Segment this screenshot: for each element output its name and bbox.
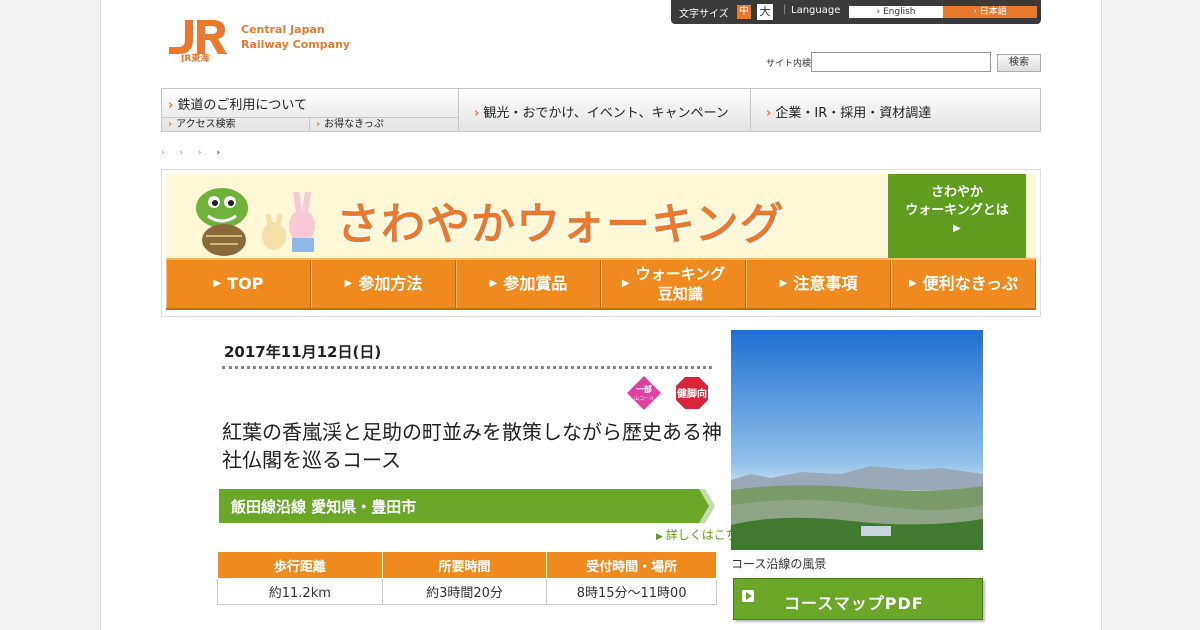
company-name: Central Japan Railway Company [241,22,350,52]
bnav-how-to-join-label: 参加方法 [358,274,423,293]
value-duration: 約3時間20分 [381,578,548,605]
photo-caption: コース沿線の風景 [731,557,827,571]
bnav-cautions[interactable]: ▶ 注意事項 [746,260,891,308]
language-label: Language [791,5,841,16]
pdf-button-label: コースマップPDF [784,594,924,613]
nav-railway-usage[interactable]: › 鉄道のご利用について [168,94,307,113]
play-arrow-icon: ▶ [621,278,630,289]
bnav-tickets[interactable]: ▶ 便利なきっぷ [891,260,1036,308]
search-input[interactable] [811,52,991,72]
course-scenery-photo [731,330,983,550]
nav-discount-tickets[interactable]: › お得なきっぷ [309,117,458,131]
walking-banner: さわやかウォーキング さわやか ウォーキングとは ▶ ▶ TOP ▶ 参加方法 ▶ 参… [161,169,1041,317]
nav-corporate[interactable]: › 企業・IR・採用・資材調達 [766,102,931,121]
bnav-walking-tips-label: ウォーキング 豆知識 [635,265,726,303]
font-size-large-button[interactable]: 大 [757,4,773,20]
language-japanese-button[interactable]: › 日本語 [943,6,1037,18]
nav-divider [458,89,459,131]
bnav-cautions-label: 注意事項 [793,274,858,293]
about-walking-button[interactable]: さわやか ウォーキングとは ▶ [888,174,1026,258]
play-arrow-icon: ▶ [908,278,917,289]
area-bar-label: 飯田線沿線 愛知県・豊田市 [231,498,417,516]
chevron-right-icon: › [766,106,772,121]
bnav-tickets-label: 便利なきっぷ [922,274,1019,293]
badge1-text2: 山コース [634,395,654,402]
font-size-medium-button[interactable]: 中 [737,5,751,19]
nav-access-search[interactable]: › アクセス検索 [162,117,309,131]
table-row: 約11.2km 約3時間20分 8時15分～11時00 [217,578,717,605]
logo-subtext: JR東海 [180,52,209,62]
bnav-prizes[interactable]: ▶ 参加賞品 [456,260,601,308]
chevron-right-icon: › [168,98,174,113]
bnav-top-label: TOP [227,274,264,293]
partial-mountain-course-badge-icon: 一部 山コース [627,376,661,410]
event-date: 2017年11月12日(日) [224,343,382,361]
chevron-right-icon: › [168,119,173,130]
play-arrow-icon: ▶ [489,278,498,289]
banner-nav: ▶ TOP ▶ 参加方法 ▶ 参加賞品 ▶ ウォーキング 豆知識 ▶ 注意事項 ▶ 便利なき… [166,258,1036,310]
company-line1: Central Japan [241,23,325,36]
util-divider: | [783,4,787,15]
nav-tourism-events-label: 観光・おでかけ、イベント、キャンペーン [483,106,729,121]
header-duration: 所要時間 [381,551,548,579]
banner-title: さわやかウォーキング [336,199,785,250]
jr-logo[interactable]: JR東海 Central Japan Railway Company [167,18,357,64]
utility-bar: 文字サイズ 中 大 | Language › English › 日本語 [671,0,1041,24]
play-arrow-icon: ▶ [953,223,961,234]
nav-corporate-label: 企業・IR・採用・資材調達 [775,106,932,121]
chevron-right-icon: › [316,119,321,130]
mascot-characters-icon [196,188,315,256]
event-title: 紅葉の香嵐渓と足助の町並みを散策しながら歴史ある神社仏閣を巡るコース [222,420,722,472]
play-arrow-icon: ▶ [344,278,353,289]
bnav-top[interactable]: ▶ TOP [166,260,311,308]
global-nav: › 鉄道のご利用について › アクセス検索 › お得なきっぷ › 観光・おでかけ、イベン… [161,88,1041,132]
play-arrow-icon: ▶ [656,532,666,542]
nav-divider [750,89,751,131]
chevron-right-icon: › [474,106,480,121]
breadcrumb-current: › [216,148,226,158]
badge1-text1: 一部 [636,384,652,394]
language-english-button[interactable]: › English [849,6,943,18]
area-bar: 飯田線沿線 愛知県・豊田市 [219,489,715,523]
badge2-text: 健脚向 [677,387,707,400]
play-arrow-icon: ▶ [779,278,788,289]
bnav-prizes-label: 参加賞品 [503,274,568,293]
company-line2: Railway Company [241,38,351,51]
bnav-walking-tips[interactable]: ▶ ウォーキング 豆知識 [601,260,746,308]
search-button[interactable]: 検索 [997,54,1041,72]
bnav-how-to-join[interactable]: ▶ 参加方法 [311,260,456,308]
play-arrow-icon [742,590,754,602]
nav-tourism-events[interactable]: › 観光・おでかけ、イベント、キャンペーン [474,102,729,121]
value-reception: 8時15分～11時00 [546,578,717,605]
jr-logo-icon: JR東海 [169,20,227,62]
dotted-divider [222,366,712,369]
header-reception: 受付時間・場所 [546,551,717,579]
banner-header: さわやかウォーキング さわやか ウォーキングとは ▶ [166,174,1036,258]
course-map-pdf-button[interactable]: コースマップPDF [733,578,983,620]
header-distance: 歩行距離 [217,551,383,579]
about-line2: ウォーキングとは [905,203,1009,218]
expert-walker-badge-icon: 健脚向 [676,377,708,409]
nav-railway-usage-label: 鉄道のご利用について [177,98,307,113]
breadcrumb: › › › › [161,148,226,158]
event-info-table: 歩行距離 所要時間 受付時間・場所 約11.2km 約3時間20分 8時15分～… [217,551,717,605]
value-distance: 約11.2km [217,578,383,605]
play-arrow-icon: ▶ [213,278,222,289]
page: JR東海 Central Japan Railway Company 文字サイズ… [100,0,1102,630]
font-size-label: 文字サイズ [679,9,729,20]
nav-discount-tickets-label: お得なきっぷ [324,119,384,130]
about-line1: さわやか [930,185,983,200]
nav-access-search-label: アクセス検索 [176,119,236,130]
table-header-row: 歩行距離 所要時間 受付時間・場所 [217,551,717,579]
